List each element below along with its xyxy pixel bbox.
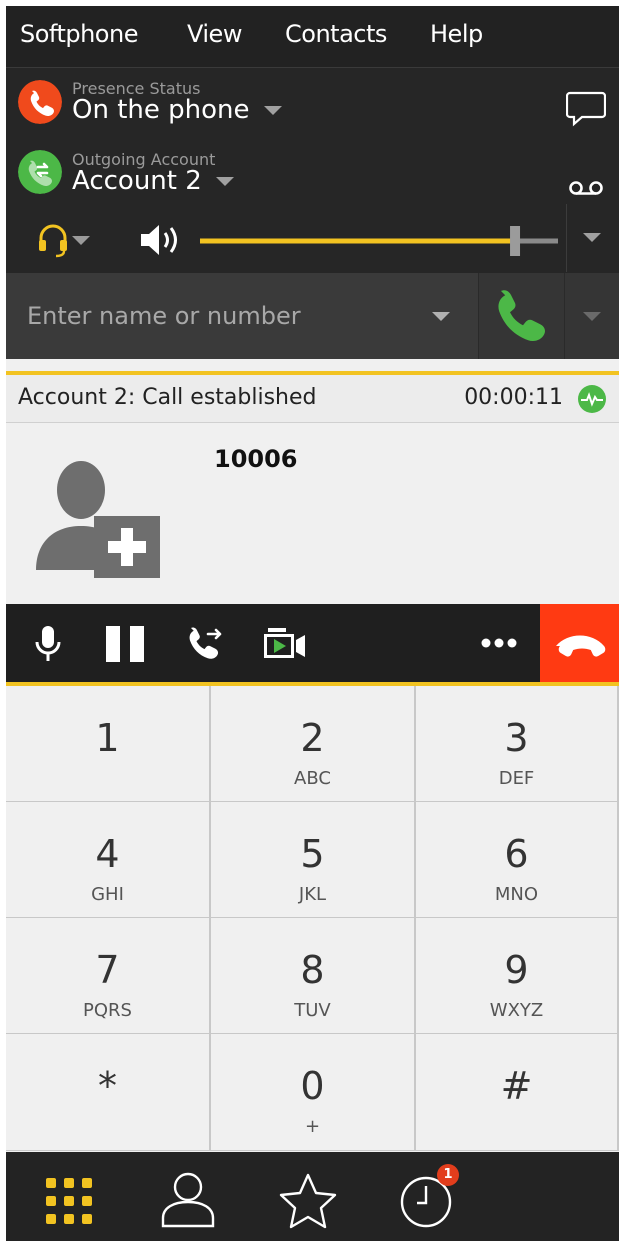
chevron-down-icon <box>583 312 601 321</box>
key-2[interactable]: 2 ABC <box>211 686 414 801</box>
menu-bar: Softphone View Contacts Help <box>6 6 619 68</box>
speaker-icon[interactable] <box>138 222 184 258</box>
key-digit: 4 <box>95 832 120 876</box>
chevron-down-icon <box>263 106 282 115</box>
history-badge: 1 <box>437 1164 459 1186</box>
phone-icon <box>18 80 62 124</box>
microphone-icon <box>35 626 61 661</box>
dial-input[interactable] <box>6 273 478 359</box>
key-4[interactable]: 4 GHI <box>6 802 209 917</box>
key-9[interactable]: 9 WXYZ <box>416 918 617 1033</box>
key-letters: ABC <box>294 768 331 789</box>
video-camera-icon <box>264 628 305 658</box>
video-button[interactable] <box>258 604 318 682</box>
call-transfer-icon <box>189 627 222 659</box>
hangup-button[interactable] <box>540 604 619 682</box>
key-letters: + <box>304 1116 321 1137</box>
key-digit: 9 <box>504 948 529 992</box>
hold-button[interactable] <box>98 604 158 682</box>
menu-contacts[interactable]: Contacts <box>285 20 387 48</box>
key-letters: MNO <box>494 884 539 905</box>
more-options-button[interactable] <box>474 604 524 682</box>
menu-help[interactable]: Help <box>430 20 483 48</box>
audio-menu-button[interactable] <box>566 204 619 272</box>
key-1[interactable]: 1 <box>6 686 209 801</box>
mute-button[interactable] <box>24 604 74 682</box>
key-digit: 2 <box>300 716 325 760</box>
presence-value: On the phone <box>72 95 250 125</box>
pause-icon <box>106 626 144 662</box>
nav-favorites[interactable] <box>258 1152 358 1241</box>
call-timer: 00:00:11 <box>464 385 563 410</box>
key-digit: 6 <box>504 832 529 876</box>
menu-softphone[interactable]: Softphone <box>20 20 138 48</box>
transfer-button[interactable] <box>178 604 238 682</box>
chevron-down-icon[interactable] <box>432 312 450 321</box>
presence-row[interactable]: Presence Status On the phone <box>6 68 619 136</box>
chevron-down-icon <box>583 233 601 242</box>
account-dropdown[interactable]: Account 2 <box>72 166 234 196</box>
active-call-panel: Account 2: Call established 00:00:11 100… <box>6 359 619 604</box>
audio-controls <box>6 208 619 273</box>
key-letters: JKL <box>298 884 327 905</box>
key-letters: TUV <box>294 1000 331 1021</box>
bottom-navigation: 1 <box>6 1152 619 1241</box>
nav-contacts[interactable] <box>138 1152 238 1241</box>
volume-thumb[interactable] <box>510 226 521 256</box>
key-5[interactable]: 5 JKL <box>211 802 414 917</box>
star-icon <box>279 1173 337 1229</box>
key-7[interactable]: 7 PQRS <box>6 918 209 1033</box>
dialpad-icon <box>46 1178 92 1224</box>
account-row[interactable]: Outgoing Account Account 2 <box>6 136 619 204</box>
key-letters: WXYZ <box>489 1000 544 1021</box>
key-digit: 0 <box>300 1064 325 1108</box>
key-digit: 8 <box>300 948 325 992</box>
nav-history[interactable] <box>376 1152 476 1241</box>
volume-slider[interactable] <box>198 226 560 256</box>
voicemail-icon[interactable] <box>568 180 604 196</box>
hangup-icon <box>556 635 606 657</box>
key-digit: 7 <box>95 948 120 992</box>
key-letters: DEF <box>498 768 535 789</box>
nav-dialpad[interactable] <box>26 1152 126 1241</box>
key-letters: GHI <box>91 884 124 905</box>
account-value: Account 2 <box>72 166 202 196</box>
key-0[interactable]: 0 + <box>211 1034 414 1150</box>
caller-number: 10006 <box>214 445 298 473</box>
call-options-button[interactable] <box>564 273 619 359</box>
chat-icon[interactable] <box>566 90 606 128</box>
status-panel: Presence Status On the phone Outgoing Ac… <box>6 68 619 273</box>
menu-view[interactable]: View <box>187 20 242 48</box>
key-letters: PQRS <box>83 1000 132 1021</box>
key-digit: * <box>98 1064 117 1108</box>
dial-keypad: 1 2 ABC 3 DEF 4 GHI 5 JKL 6 MNO 7 PQRS 8 TUV 9 W… <box>6 686 619 1151</box>
account-swap-icon <box>18 150 62 194</box>
call-controls <box>6 604 619 682</box>
call-status: Account 2: Call established <box>18 385 317 410</box>
key-3[interactable]: 3 DEF <box>416 686 617 801</box>
key-digit: 3 <box>504 716 529 760</box>
presence-dropdown[interactable]: On the phone <box>72 95 282 125</box>
call-button[interactable] <box>478 273 564 359</box>
contacts-person-icon <box>161 1172 215 1228</box>
chevron-down-icon[interactable] <box>72 236 90 245</box>
call-quality-icon <box>578 385 606 413</box>
call-header: Account 2: Call established 00:00:11 <box>6 375 619 423</box>
dial-bar <box>6 273 619 359</box>
softphone-window: Softphone View Contacts Help Presence St… <box>6 6 619 1241</box>
key-digit: 1 <box>95 716 120 760</box>
key-hash[interactable]: # <box>416 1034 617 1150</box>
add-contact-avatar-icon[interactable] <box>36 456 160 578</box>
key-6[interactable]: 6 MNO <box>416 802 617 917</box>
key-star[interactable]: * <box>6 1034 209 1150</box>
key-digit: # <box>500 1064 533 1108</box>
more-dots-icon <box>481 638 517 648</box>
key-digit: 5 <box>300 832 325 876</box>
headset-icon[interactable] <box>36 222 70 258</box>
chevron-down-icon <box>215 177 234 186</box>
key-8[interactable]: 8 TUV <box>211 918 414 1033</box>
phone-icon <box>498 290 545 341</box>
